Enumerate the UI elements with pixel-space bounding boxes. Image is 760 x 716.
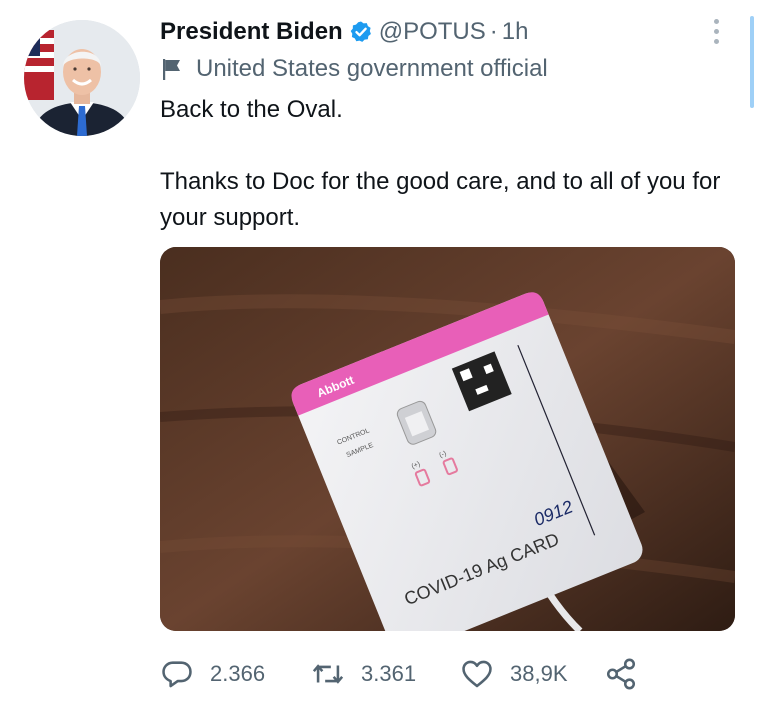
reply-button[interactable]: 2.366 bbox=[160, 654, 265, 694]
like-button[interactable]: 38,9K bbox=[460, 654, 568, 694]
share-button[interactable] bbox=[604, 654, 638, 694]
verified-badge-icon bbox=[349, 20, 373, 44]
tweet-header: President Biden @POTUS · 1h bbox=[160, 14, 528, 50]
retweet-count: 3.361 bbox=[361, 661, 417, 686]
tweet-actions: 2.366 3.361 38,9K bbox=[160, 654, 740, 694]
tweet-timestamp[interactable]: 1h bbox=[502, 18, 529, 46]
covid-test-photo: Abbott CONTROL SAMPLE (+) (-) COVID-19 A… bbox=[160, 247, 735, 631]
separator-dot: · bbox=[489, 18, 498, 45]
display-name[interactable]: President Biden bbox=[160, 18, 343, 46]
avatar-image bbox=[24, 20, 140, 136]
more-vertical-icon[interactable] bbox=[706, 14, 726, 48]
reply-icon bbox=[160, 657, 194, 691]
avatar[interactable] bbox=[24, 20, 140, 136]
tweet-text-line: Back to the Oval. bbox=[160, 96, 343, 123]
government-label[interactable]: United States government official bbox=[160, 52, 548, 86]
flag-icon bbox=[160, 57, 184, 81]
like-count: 38,9K bbox=[510, 661, 568, 686]
retweet-icon bbox=[311, 657, 345, 691]
tweet[interactable]: President Biden @POTUS · 1h United State… bbox=[0, 0, 760, 716]
tweet-text-line: Thanks to Doc for the good care, and to … bbox=[160, 168, 721, 231]
scrollbar[interactable] bbox=[750, 16, 754, 108]
reply-count: 2.366 bbox=[210, 661, 266, 686]
share-icon bbox=[604, 657, 638, 691]
heart-icon bbox=[460, 657, 494, 691]
tweet-text: Back to the Oval. Thanks to Doc for the … bbox=[160, 92, 740, 236]
retweet-button[interactable]: 3.361 bbox=[311, 654, 416, 694]
tweet-media-photo[interactable]: Abbott CONTROL SAMPLE (+) (-) COVID-19 A… bbox=[160, 247, 735, 631]
government-label-text: United States government official bbox=[196, 55, 548, 82]
author-handle[interactable]: @POTUS bbox=[379, 18, 486, 46]
